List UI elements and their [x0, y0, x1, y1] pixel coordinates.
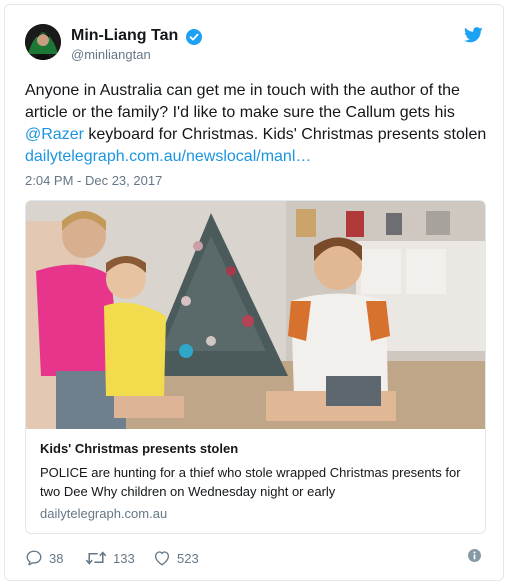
article-link[interactable]: dailytelegraph.com.au/newslocal/manl…	[25, 148, 311, 165]
retweet-icon	[85, 551, 107, 565]
tweet-text-part2: keyboard for Christmas. Kids' Christmas …	[83, 126, 487, 143]
link-card[interactable]: Kids' Christmas presents stolen POLICE a…	[25, 200, 486, 534]
like-count: 523	[177, 550, 199, 566]
verified-badge-icon	[186, 29, 202, 45]
card-domain: dailytelegraph.com.au	[40, 506, 168, 521]
author-avatar[interactable]	[25, 24, 61, 60]
retweet-button[interactable]: 133	[85, 548, 135, 568]
reply-icon	[26, 550, 42, 566]
reply-button[interactable]: 38	[25, 548, 63, 568]
heart-icon	[154, 551, 170, 566]
tweet-text: Anyone in Australia can get me in touch …	[25, 80, 487, 168]
tweet-timestamp[interactable]: 2:04 PM - Dec 23, 2017	[25, 173, 162, 188]
reply-count: 38	[49, 550, 64, 566]
author-display-name[interactable]: Min-Liang Tan	[71, 27, 178, 45]
card-photo	[26, 201, 485, 429]
tweet-text-part1: Anyone in Australia can get me in touch …	[25, 82, 460, 121]
card-description: POLICE are hunting for a thief who stole…	[40, 465, 461, 499]
retweet-count: 133	[113, 550, 135, 566]
mention-link-razer[interactable]: @Razer	[25, 126, 84, 143]
author-handle[interactable]: @minliangtan	[71, 47, 151, 62]
tweet-embed: Min-Liang Tan @minliangtan Anyone in Aus…	[4, 4, 504, 581]
twitter-bird-icon[interactable]	[464, 27, 483, 43]
card-title: Kids' Christmas presents stolen	[40, 441, 239, 456]
info-icon[interactable]	[468, 549, 481, 562]
like-button[interactable]: 523	[153, 548, 199, 568]
